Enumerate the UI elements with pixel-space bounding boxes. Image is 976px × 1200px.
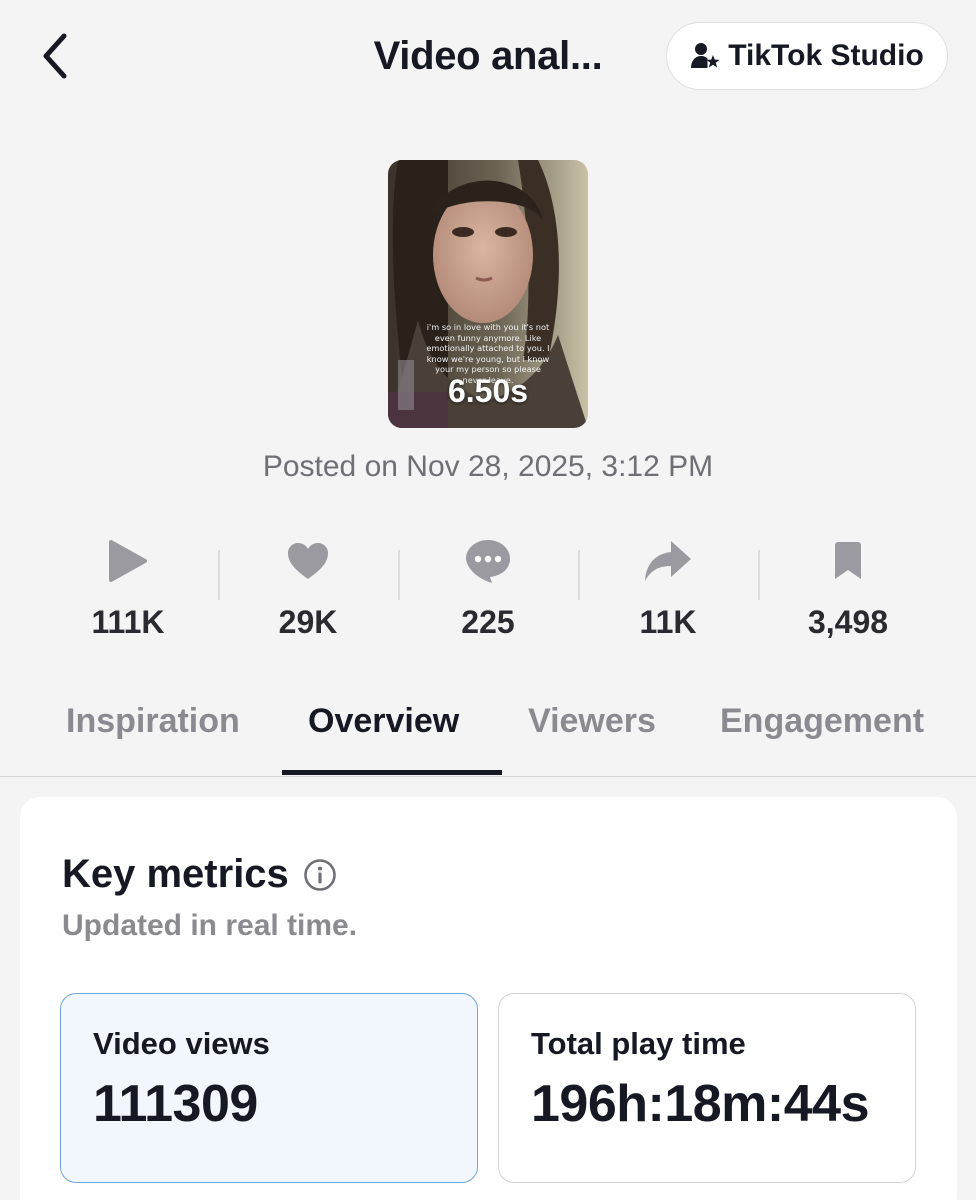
key-metrics-card: Key metrics Updated in real time. Video … xyxy=(20,797,957,1200)
header: Video anal... TikTok Studio xyxy=(0,0,976,112)
key-metrics-heading: Key metrics xyxy=(62,852,337,897)
tab-inspiration[interactable]: Inspiration xyxy=(66,702,240,741)
play-icon xyxy=(109,540,147,582)
back-button[interactable] xyxy=(30,26,80,86)
chevron-left-icon xyxy=(43,33,67,79)
bookmark-icon xyxy=(835,542,861,579)
posted-date: Posted on Nov 28, 2025, 3:12 PM xyxy=(262,450,714,483)
comments-count: 225 xyxy=(461,604,515,640)
video-views-value: 111309 xyxy=(93,1075,258,1133)
active-tab-indicator xyxy=(282,770,502,775)
total-play-time-card[interactable]: Total play time 196h:18m:44s xyxy=(498,993,916,1183)
likes-stat[interactable]: 29K xyxy=(218,530,398,650)
saves-stat[interactable]: 3,498 xyxy=(758,530,938,650)
views-count: 111K xyxy=(91,604,165,640)
video-thumbnail[interactable]: i'm so in love with you it's not even fu… xyxy=(388,160,588,428)
stats-row: 111K 29K 225 11K 3,498 xyxy=(38,530,938,650)
share-arrow-icon xyxy=(645,541,691,581)
saves-count: 3,498 xyxy=(807,604,889,640)
shares-stat[interactable]: 11K xyxy=(578,530,758,650)
comment-bubble-icon xyxy=(466,540,510,583)
tiktok-studio-label: TikTok Studio xyxy=(728,39,924,72)
tab-viewers[interactable]: Viewers xyxy=(528,702,656,741)
total-play-time-value: 196h:18m:44s xyxy=(531,1075,870,1133)
heart-icon xyxy=(288,543,328,579)
likes-count: 29K xyxy=(278,604,338,640)
video-views-label: Video views xyxy=(93,1026,270,1061)
total-play-time-label: Total play time xyxy=(531,1026,746,1061)
tiktok-studio-button[interactable]: TikTok Studio xyxy=(666,22,948,90)
key-metrics-title: Key metrics xyxy=(62,852,289,896)
tab-engagement[interactable]: Engagement xyxy=(720,702,924,741)
comments-stat[interactable]: 225 xyxy=(398,530,578,650)
video-views-card[interactable]: Video views 111309 xyxy=(60,993,478,1183)
video-duration: 6.50s xyxy=(447,373,529,409)
shares-count: 11K xyxy=(639,604,697,640)
user-star-icon xyxy=(691,43,720,68)
page-title: Video anal... xyxy=(373,34,603,78)
key-metrics-subtitle: Updated in real time. xyxy=(62,909,358,942)
tab-bar: Inspiration Overview Viewers Engagement xyxy=(0,690,976,777)
tab-overview[interactable]: Overview xyxy=(308,702,459,741)
info-circle-icon[interactable] xyxy=(303,858,337,892)
views-stat[interactable]: 111K xyxy=(38,530,218,650)
